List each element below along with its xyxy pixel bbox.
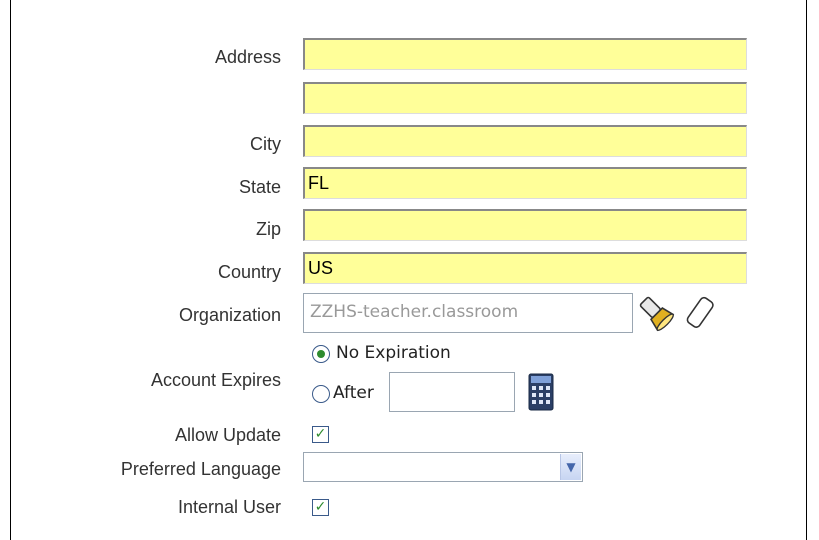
organization-field[interactable]: ZZHS-teacher.classroom <box>303 293 633 333</box>
state-field[interactable] <box>303 167 747 199</box>
address-line1-field[interactable] <box>303 38 747 70</box>
chevron-down-icon[interactable]: ▼ <box>560 454 581 480</box>
preferred-language-label: Preferred Language <box>120 459 281 479</box>
expiration-date-input[interactable] <box>389 372 515 412</box>
no-expiration-radio[interactable] <box>312 345 330 363</box>
city-label: City <box>250 134 281 154</box>
internal-user-checkbox[interactable]: ✓ <box>312 499 329 516</box>
allow-update-label: Allow Update <box>174 425 281 445</box>
allow-update-checkbox[interactable]: ✓ <box>312 426 329 443</box>
zip-label: Zip <box>255 219 281 239</box>
preferred-language-select[interactable]: ▼ <box>303 452 583 482</box>
organization-label: Organization <box>178 305 281 325</box>
calendar-icon[interactable] <box>528 373 554 411</box>
after-label: After <box>333 383 374 403</box>
account-expires-label: Account Expires <box>150 370 281 390</box>
address-line2-field[interactable] <box>303 82 747 114</box>
address-label: Address <box>214 47 281 67</box>
country-label: Country <box>217 262 281 282</box>
country-field[interactable] <box>303 252 747 284</box>
internal-user-label: Internal User <box>177 497 281 517</box>
state-label: State <box>238 177 281 197</box>
eraser-icon[interactable] <box>683 292 719 334</box>
zip-field[interactable] <box>303 209 747 241</box>
city-field[interactable] <box>303 125 747 157</box>
after-radio[interactable] <box>312 385 330 403</box>
flashlight-icon[interactable] <box>636 292 676 334</box>
no-expiration-label: No Expiration <box>336 343 451 363</box>
